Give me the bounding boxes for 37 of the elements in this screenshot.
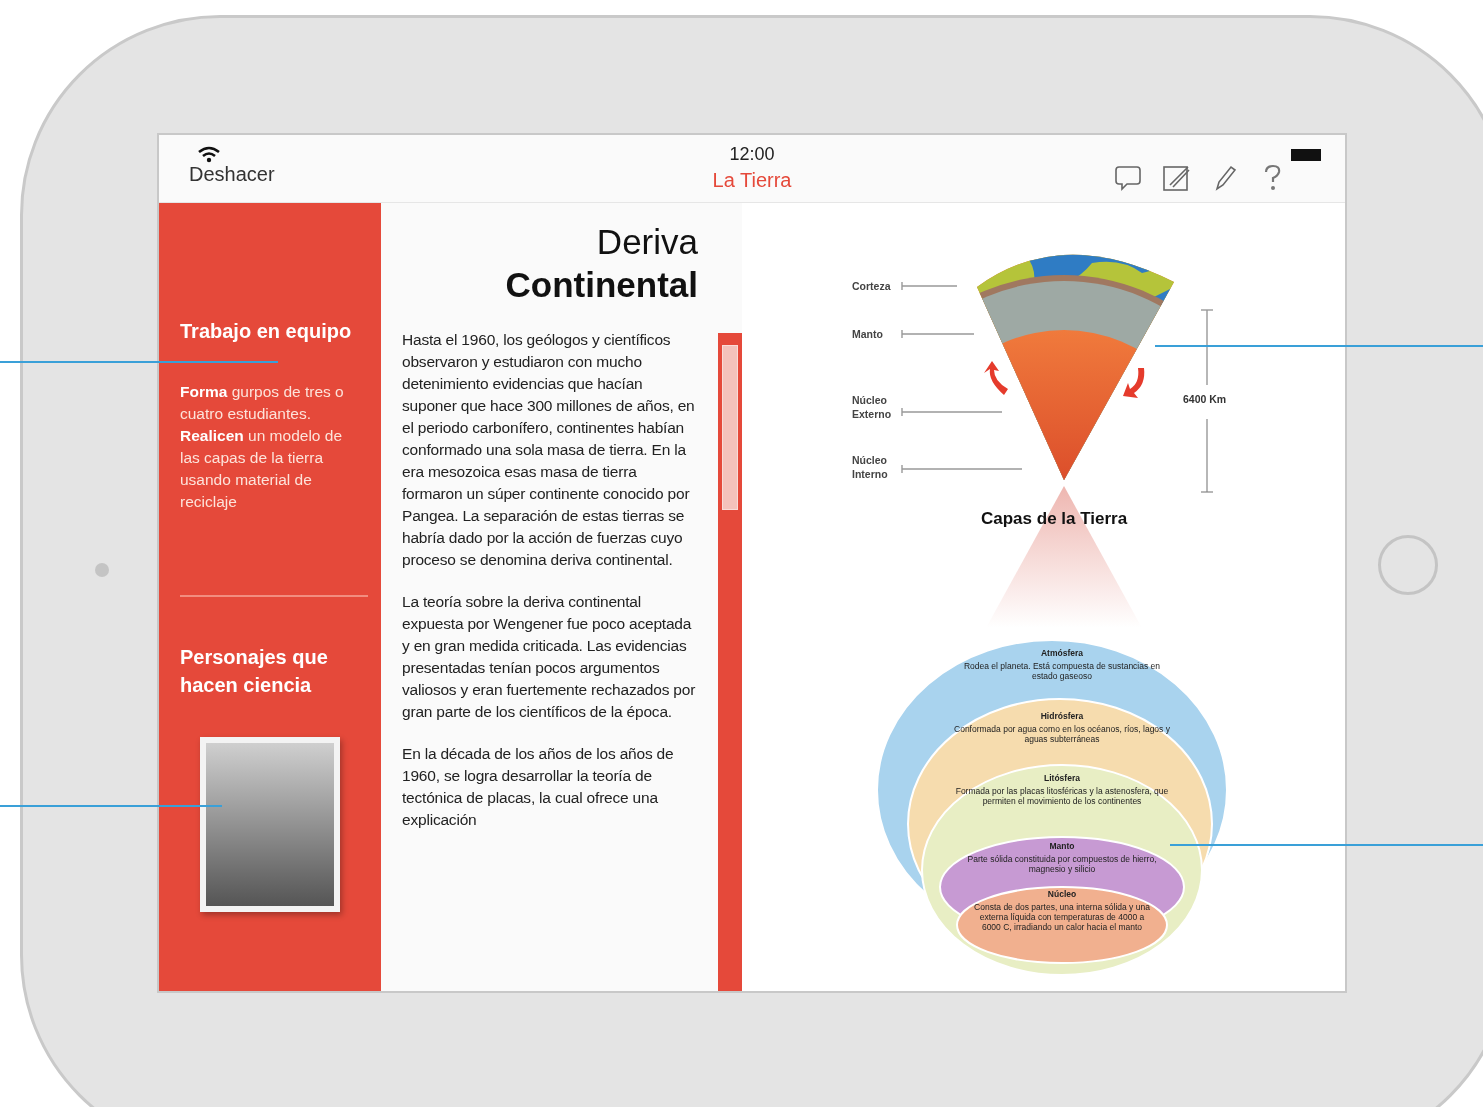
- layer-name: Litósfera: [1044, 773, 1080, 783]
- layer-description: Rodea el planeta. Está compuesta de sustancias en estado gaseoso: [962, 661, 1162, 681]
- article-paragraph: Hasta el 1960, los geólogos y científicos observaron y estudiaron con mucho detenimiento evidencias que hacían suponer que hace 300 millones de años, en el periodo carbonífero, continentes habían conformado una sola masa de tierra. En la era mesozoica esas masa de tierra formaron un súper continente conocido por Pangea. La separación de estas tierras se habría dado por la acción de fuerzas cuyo proceso se denomina deriva continental.: [402, 330, 696, 570]
- article-title: Continental: [504, 264, 698, 306]
- curved-arrow-icon: [1123, 368, 1145, 398]
- layer-description: Parte sólida constituida por compuestos de hierro, magnesio y silicio: [966, 854, 1158, 874]
- sidebar-heading: Personajes que hacen ciencia: [180, 645, 329, 698]
- article-paragraph: En la década de los años de los años de 1960, se logra desarrollar la teoría de tectónica de placas, la cual ofrece una explicación: [402, 744, 675, 830]
- wifi-icon: [197, 145, 221, 163]
- undo-button[interactable]: Deshacer: [189, 163, 275, 186]
- layer-description: Consta de dos partes, una interna sólida y una externa líquida con temperaturas de 4000 a 6000 C, irradiando un calor hacia el manto: [973, 902, 1151, 932]
- scale-label: 6400 Km: [1183, 393, 1227, 405]
- layer-name: Núcleo: [1047, 889, 1077, 899]
- layer-description: Conformada por agua como en los océanos, ríos, lagos y aguas subterráneas: [953, 724, 1171, 744]
- sidebar-text: Forma gurpos de tres o cuatro estudiantes. Realicen un modelo de las capas de la tierra usando material de reciclaje: [180, 382, 345, 512]
- scrollbar[interactable]: [718, 333, 742, 991]
- camera-dot: [95, 563, 109, 577]
- battery-icon: [1291, 149, 1321, 161]
- layer-label: Corteza: [852, 279, 892, 293]
- layer-description: Formada por las placas litosféricas y la astenosfera, que permiten el movimiento de los continentes: [954, 786, 1170, 806]
- article-title: Deriva: [595, 221, 698, 263]
- scroll-thumb[interactable]: [722, 345, 738, 510]
- diagram-caption: Capas de la Tierra: [981, 509, 1128, 529]
- layer-label: Núcleo Externo: [852, 393, 893, 421]
- sidebar-heading: Trabajo en equipo: [180, 319, 353, 344]
- edit-icon[interactable]: [1161, 163, 1191, 193]
- layer-name: Manto: [1049, 841, 1075, 851]
- layer-label: Manto: [852, 327, 884, 341]
- article-paragraph: La teoría sobre la deriva continental expuesta por Wengener fue poco aceptada y en gran medida criticada. Las evidencias presentadas tenían pocos argumentos valiosos y eran fuertemente rechazados por gran parte de los científicos de la época.: [402, 592, 697, 722]
- leader-line: [901, 281, 958, 291]
- screen-title: La Tierra: [712, 169, 792, 192]
- speech-bubble-icon[interactable]: [1113, 163, 1143, 193]
- layer-name: Hidrósfera: [1040, 711, 1084, 721]
- status-time: 12:00: [729, 144, 775, 165]
- layer-name: Atmósfera: [1040, 648, 1083, 658]
- layer-label: Núcleo Interno: [852, 453, 889, 481]
- curved-arrow-icon: [984, 361, 1008, 395]
